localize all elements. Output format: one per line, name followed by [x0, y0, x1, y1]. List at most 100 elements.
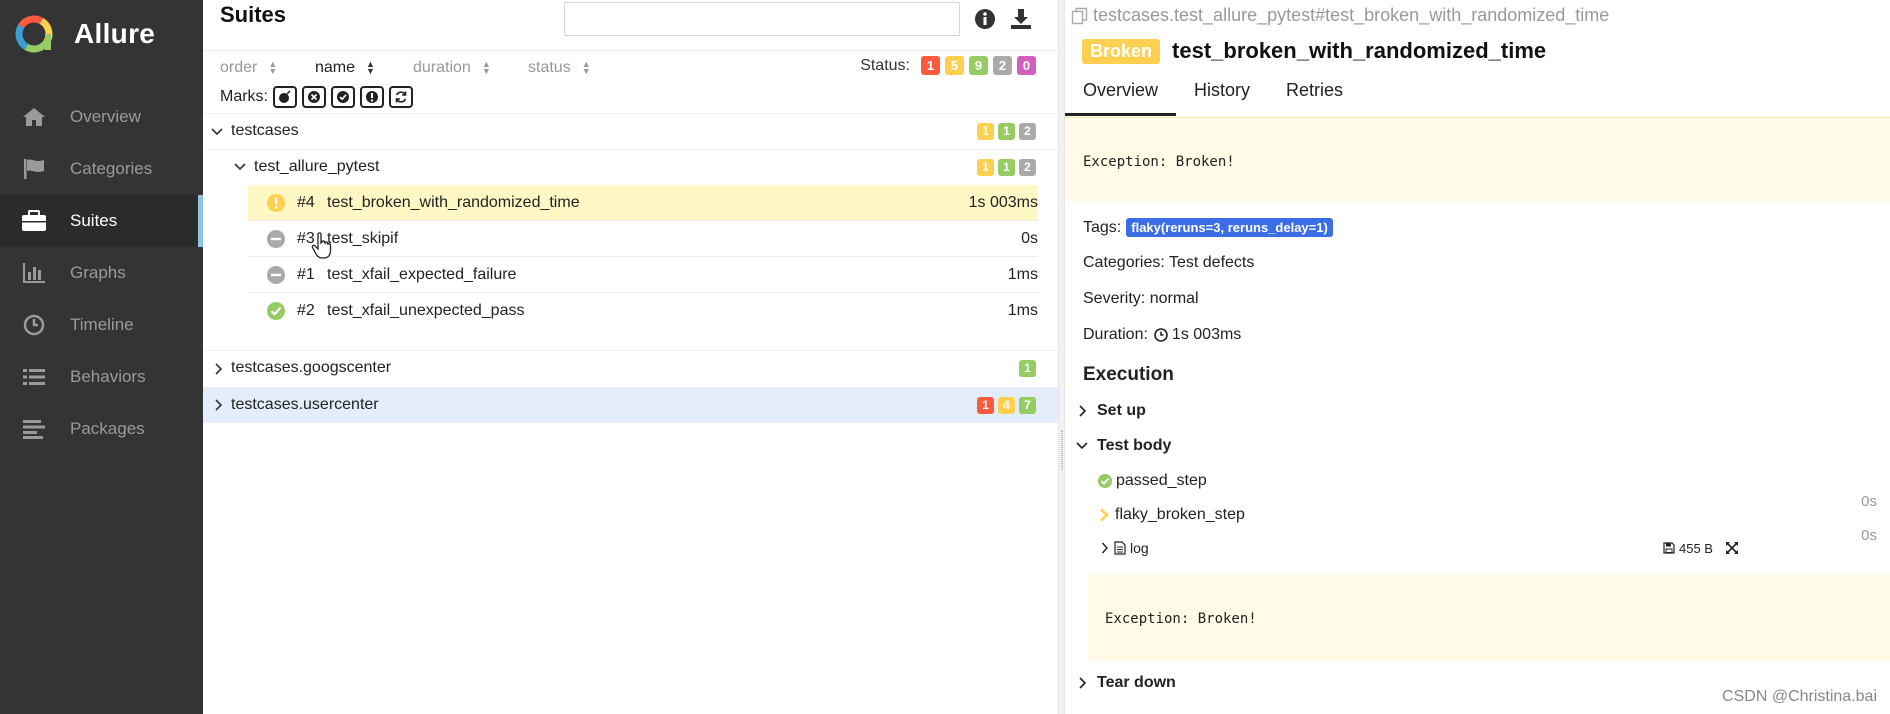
skipped-status-icon	[267, 265, 285, 284]
sidebar-nav: Overview Categories Suites Graphs Timeli…	[0, 91, 203, 455]
status-filter-broken[interactable]: 5	[945, 56, 964, 75]
test-duration: 0s	[1021, 229, 1038, 247]
test-row-broken-with-randomized-time[interactable]: #4 test_broken_with_randomized_time 1s 0…	[248, 185, 1038, 221]
test-list: #4 test_broken_with_randomized_time 1s 0…	[203, 185, 1058, 350]
sidebar-item-behaviors[interactable]: Behaviors	[0, 351, 203, 403]
home-icon	[21, 105, 47, 129]
sidebar-item-graphs[interactable]: Graphs	[0, 247, 203, 299]
result-tabs: Overview History Retries	[1065, 80, 1890, 116]
tree-node-googscenter[interactable]: testcases.googscenter 1	[203, 350, 1058, 387]
test-title: test_broken_with_randomized_time	[1172, 38, 1547, 63]
sort-label: name	[315, 59, 356, 76]
attachment-log-row[interactable]: log 455 B	[1101, 540, 1871, 556]
mark-retries-icon[interactable]	[389, 86, 413, 108]
step-flaky-broken-step[interactable]: flaky_broken_step	[1099, 506, 1245, 524]
suites-tree: testcases 1 1 2 test_allure_pytest 1 1 2	[203, 113, 1058, 423]
exception-message: Exception: Broken!	[1083, 154, 1235, 170]
chevron-right-icon	[1101, 542, 1108, 554]
test-body-label: Test body	[1097, 437, 1172, 454]
tags-label: Tags:	[1083, 218, 1122, 236]
status-filter-passed[interactable]: 9	[969, 56, 988, 75]
count-broken: 1	[977, 122, 994, 140]
expand-icon[interactable]	[1725, 541, 1739, 555]
sidebar-item-packages[interactable]: Packages	[0, 403, 203, 455]
test-row-xfail-expected-failure[interactable]: #1 test_xfail_expected_failure 1ms	[248, 257, 1038, 293]
download-icon[interactable]	[1010, 8, 1032, 30]
status-badge: Broken	[1082, 38, 1161, 64]
sidebar-item-timeline[interactable]: Timeline	[0, 299, 203, 351]
exception-message-box[interactable]: Exception: Broken!	[1065, 117, 1890, 201]
copy-icon[interactable]	[1071, 7, 1089, 25]
sort-by-duration[interactable]: duration ▲ ▼	[413, 59, 491, 77]
status-filter-unknown[interactable]: 0	[1017, 56, 1036, 75]
setup-label: Set up	[1097, 402, 1146, 419]
step-passed-step[interactable]: passed_step	[1098, 472, 1207, 490]
attachment-size: 455 B	[1663, 541, 1713, 556]
status-filter-skipped[interactable]: 2	[993, 56, 1012, 75]
chevron-right-icon	[213, 388, 225, 422]
tree-node-test-allure-pytest[interactable]: test_allure_pytest 1 1 2	[203, 149, 1058, 185]
tree-node-label: test_allure_pytest	[254, 158, 380, 175]
hand-cursor-icon	[311, 232, 332, 259]
tab-retries[interactable]: Retries	[1268, 80, 1361, 116]
search-input[interactable]	[564, 2, 960, 36]
save-icon	[1663, 542, 1675, 554]
sort-by-status[interactable]: status ▲ ▼	[528, 59, 591, 77]
file-icon	[1114, 541, 1126, 555]
sort-arrows-icon: ▲ ▼	[268, 59, 278, 76]
tags-row: Tags: flaky(reruns=3, reruns_delay=1)	[1083, 218, 1333, 237]
count-passed: 1	[998, 122, 1015, 140]
info-icon[interactable]	[974, 8, 996, 30]
sort-by-name[interactable]: name ▲ ▼	[315, 59, 375, 77]
tag-badge: flaky(reruns=3, reruns_delay=1)	[1126, 218, 1333, 237]
status-filter-failed[interactable]: 1	[921, 56, 940, 75]
setup-section[interactable]: Set up	[1078, 402, 1146, 420]
count-skipped: 2	[1019, 158, 1036, 176]
tree-node-usercenter[interactable]: testcases.usercenter 1 4 7	[203, 387, 1058, 423]
sidebar: Allure Overview Categories Suites Graphs…	[0, 0, 203, 714]
mark-flaky-icon[interactable]	[273, 86, 297, 108]
attachment-content: Exception: Broken!	[1105, 611, 1257, 627]
tree-node-label: testcases.usercenter	[231, 396, 379, 413]
pane-resize-handle[interactable]	[1058, 0, 1065, 714]
sort-by-order[interactable]: order ▲ ▼	[220, 59, 277, 77]
sidebar-item-label: Overview	[70, 107, 141, 126]
sort-label: status	[528, 59, 571, 76]
step-duration: 0s	[1861, 493, 1877, 510]
duration-label: Duration:	[1083, 326, 1148, 343]
tab-overview[interactable]: Overview	[1065, 80, 1177, 116]
sidebar-item-overview[interactable]: Overview	[0, 91, 203, 143]
test-body-section[interactable]: Test body	[1076, 437, 1171, 455]
mark-new-failed-icon[interactable]	[302, 86, 326, 108]
status-filter-label: Status:	[860, 56, 910, 74]
test-row-xfail-unexpected-pass[interactable]: #2 test_xfail_unexpected_pass 1ms	[248, 293, 1038, 329]
step-name: flaky_broken_step	[1115, 506, 1245, 523]
brand[interactable]: Allure	[14, 14, 155, 54]
allure-report-app: Allure Overview Categories Suites Graphs…	[0, 0, 1890, 714]
list-icon	[21, 365, 47, 389]
test-title: test_broken_with_randomized_time	[327, 193, 580, 211]
suites-pane: Suites order ▲ ▼ name ▲ ▼ duration ▲ ▼ stat…	[203, 0, 1058, 714]
passed-status-icon	[1098, 474, 1112, 488]
mark-new-broken-icon[interactable]	[360, 86, 384, 108]
tab-history[interactable]: History	[1176, 80, 1268, 116]
mark-new-passed-icon[interactable]	[331, 86, 355, 108]
tree-node-label: testcases.googscenter	[231, 359, 392, 376]
test-duration: 1ms	[1007, 302, 1038, 319]
categories-row: Categories: Test defects	[1083, 254, 1255, 271]
test-title-row: Broken test_broken_with_randomized_time	[1082, 38, 1546, 64]
sort-label: duration	[413, 59, 471, 76]
test-result-pane: testcases.test_allure_pytest#test_broken…	[1065, 0, 1890, 714]
count-passed: 1	[998, 158, 1015, 176]
chevron-down-icon	[1076, 442, 1088, 450]
teardown-section[interactable]: Tear down	[1078, 674, 1176, 692]
attachment-content-box[interactable]: Exception: Broken!	[1088, 575, 1890, 661]
tree-node-testcases[interactable]: testcases 1 1 2	[203, 113, 1058, 149]
test-duration: 1s 003ms	[968, 193, 1038, 211]
duration-row: Duration: 1s 003ms	[1083, 326, 1241, 344]
sidebar-item-categories[interactable]: Categories	[0, 143, 203, 195]
chevron-down-icon	[234, 150, 246, 184]
test-row-skipif[interactable]: #3 test_skipif 0s	[248, 221, 1038, 257]
tree-node-badges: 1 4 7	[973, 388, 1036, 422]
sidebar-item-suites[interactable]: Suites	[0, 195, 203, 247]
